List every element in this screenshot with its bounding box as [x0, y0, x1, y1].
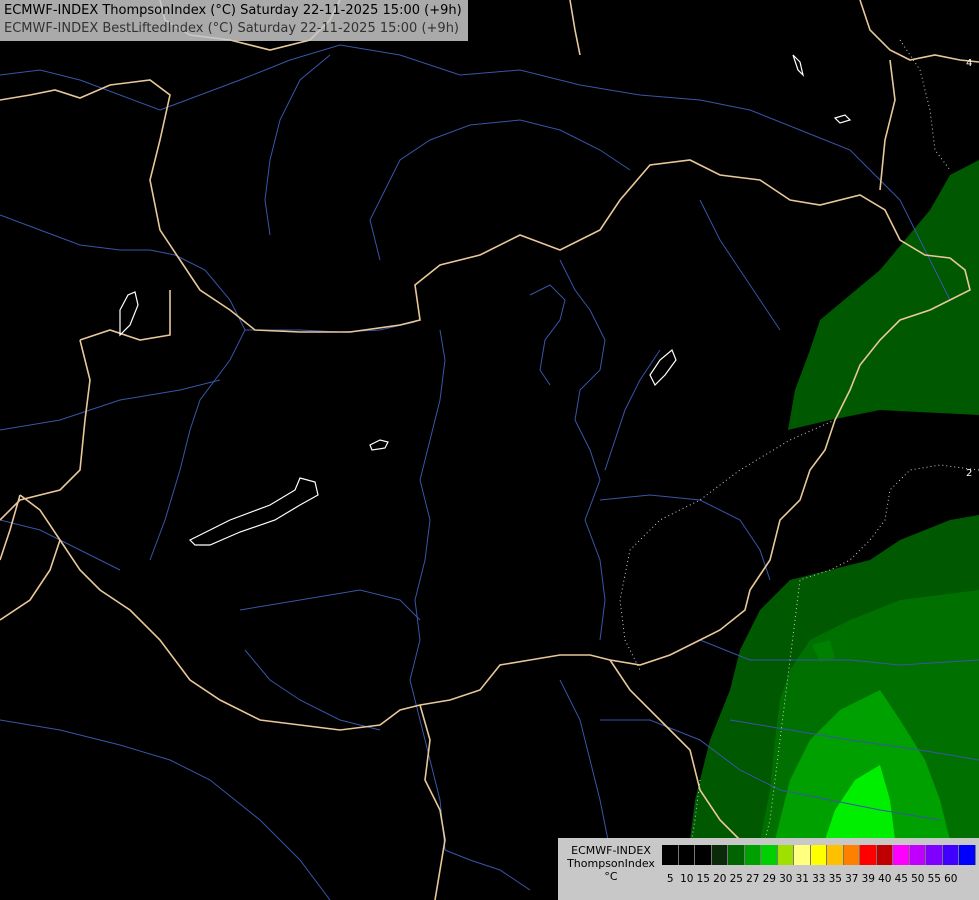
legend-tick-label: 10 [680, 873, 694, 885]
contour-label: 2 [966, 468, 972, 479]
map-title-line2: ECMWF-INDEX BestLiftedIndex (°C) Saturda… [4, 21, 459, 36]
legend-swatch [959, 845, 976, 865]
legend-swatch [827, 845, 844, 865]
legend-swatch [777, 845, 794, 865]
legend-tick-label: 39 [861, 873, 875, 885]
legend-tick-label: 27 [746, 873, 760, 885]
legend-label-index: ThompsonIndex [567, 857, 655, 870]
legend-tick-label: 5 [666, 873, 674, 885]
legend-swatch [810, 845, 827, 865]
legend-swatch [711, 845, 728, 865]
legend-tick-label: 15 [696, 873, 710, 885]
legend-label: ECMWF-INDEX ThompsonIndex °C [562, 844, 660, 883]
legend-swatch [909, 845, 926, 865]
legend-tick-label: 35 [828, 873, 842, 885]
legend-tick-label: 60 [944, 873, 958, 885]
legend-tick-label: 45 [894, 873, 908, 885]
legend-tick-label: 37 [845, 873, 859, 885]
legend-swatch [843, 845, 860, 865]
legend-tick-label: 55 [927, 873, 941, 885]
legend-swatch [761, 845, 778, 865]
legend-tick-label: 33 [812, 873, 826, 885]
legend-color-bar [662, 845, 976, 865]
contour-label: 4 [966, 58, 972, 69]
legend-label-model: ECMWF-INDEX [571, 844, 651, 857]
weather-map: 4 2 [0, 0, 979, 900]
legend-swatch [860, 845, 877, 865]
legend-swatch [728, 845, 745, 865]
legend-tick-label: 20 [713, 873, 727, 885]
legend-swatch [876, 845, 893, 865]
legend-swatch [678, 845, 695, 865]
map-title-line1: ECMWF-INDEX ThompsonIndex (°C) Saturday … [4, 3, 462, 18]
legend-swatch [744, 845, 761, 865]
legend-swatch [695, 845, 712, 865]
legend-tick-label: 25 [729, 873, 743, 885]
legend-tick-label: 31 [795, 873, 809, 885]
legend-ticks: 5 10 15 20 25 27 29 30 31 33 35 37 39 40 45 50 55 60 [662, 873, 959, 885]
legend-tick-label: 30 [779, 873, 793, 885]
legend-swatch [926, 845, 943, 865]
legend-tick-label: 29 [762, 873, 776, 885]
legend-swatch [662, 845, 679, 865]
legend-swatch [794, 845, 811, 865]
legend-swatch [942, 845, 959, 865]
color-legend: ECMWF-INDEX ThompsonIndex °C 5 10 15 20 25 27… [558, 838, 979, 900]
map-title-box: ECMWF-INDEX ThompsonIndex (°C) Saturday … [0, 0, 468, 41]
legend-label-unit: °C [604, 870, 618, 883]
legend-tick-label: 40 [878, 873, 892, 885]
legend-tick-label: 50 [911, 873, 925, 885]
legend-swatch [893, 845, 910, 865]
